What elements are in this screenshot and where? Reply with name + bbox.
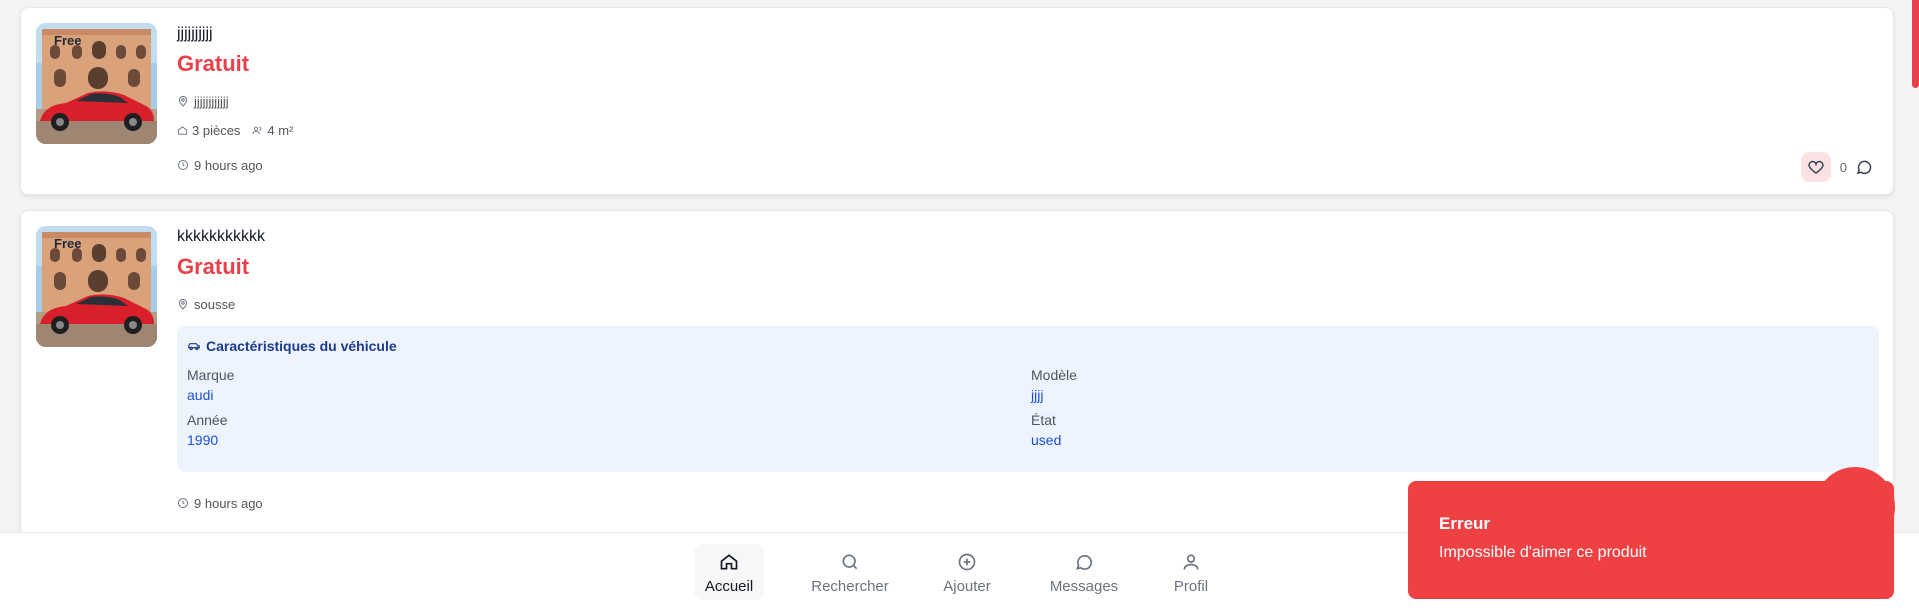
listing-content: jjjjjjjjjj Gratuit jjjjjjjjjjjj 3 pièces… <box>177 23 1878 139</box>
listing-title[interactable]: kkkkkkkkkkk <box>177 226 1878 248</box>
home-icon <box>720 554 738 570</box>
rooms-text: 3 pièces <box>192 122 241 138</box>
condition-label: État <box>1031 412 1056 428</box>
time-text: 9 hours ago <box>194 495 263 511</box>
listing-location: sousse <box>177 295 1878 313</box>
listing-price: Gratuit <box>177 51 250 76</box>
toast-message: Impossible d'aimer ce produit <box>1439 544 1647 561</box>
listing-title[interactable]: jjjjjjjjjj <box>177 23 1878 45</box>
nav-search-label: Rechercher <box>811 578 889 595</box>
nav-add[interactable]: Ajouter <box>932 544 1002 600</box>
map-pin-icon <box>178 96 188 107</box>
vehicle-fields: Marque audi Modèle jjjj Année 1990 État … <box>187 366 1869 462</box>
time-text: 9 hours ago <box>194 157 263 173</box>
heart-icon <box>1808 160 1824 174</box>
model-value: jjjj <box>1031 387 1044 403</box>
nav-add-label: Ajouter <box>943 578 991 595</box>
nav-home-label: Accueil <box>704 578 754 595</box>
listing-thumbnail[interactable]: Free <box>36 226 157 347</box>
nav-messages[interactable]: Messages <box>1048 544 1120 600</box>
listing-time: 9 hours ago <box>177 494 263 512</box>
listing-price: Gratuit <box>177 254 250 279</box>
condition-field: État used <box>1031 411 1831 450</box>
map-pin-icon <box>178 299 188 310</box>
users-icon <box>252 126 262 134</box>
vehicle-details-heading: Caractéristiques du véhicule <box>187 336 1869 356</box>
search-icon <box>842 554 858 570</box>
listing-specs: 3 pièces 4 m² <box>177 121 1878 139</box>
comment-icon[interactable] <box>1855 158 1873 176</box>
location-text: jjjjjjjjjjjj <box>194 93 229 109</box>
home-icon <box>177 125 188 135</box>
year-label: Année <box>187 412 228 428</box>
area-spec: 4 m² <box>252 123 293 138</box>
message-icon <box>1075 554 1093 570</box>
nav-messages-label: Messages <box>1049 578 1119 595</box>
like-count: 0 <box>1839 159 1847 175</box>
toast-title: Erreur <box>1439 514 1491 533</box>
model-field: Modèle jjjj <box>1031 366 1831 405</box>
listing-time: 9 hours ago <box>177 156 263 174</box>
user-icon <box>1183 554 1199 570</box>
year-value: 1990 <box>187 432 219 448</box>
listing-thumbnail[interactable]: Free <box>36 23 157 144</box>
listing-actions: 0 <box>1800 152 1873 182</box>
brand-label: Marque <box>187 367 235 383</box>
scrollbar-thumb[interactable] <box>1912 0 1919 88</box>
clock-icon <box>178 160 188 170</box>
nav-profile[interactable]: Profil <box>1156 544 1226 600</box>
listing-content: kkkkkkkkkkk Gratuit sousse <box>177 226 1878 313</box>
rooms-spec: 3 pièces <box>177 123 240 138</box>
free-badge: Free <box>54 33 82 48</box>
nav-profile-label: Profil <box>1173 578 1209 595</box>
condition-value: used <box>1031 432 1062 448</box>
car-icon <box>188 343 200 351</box>
model-label: Modèle <box>1031 367 1077 383</box>
plus-circle-icon <box>958 553 976 571</box>
listing-card[interactable]: Free jjjjjjjjjj Gratuit jjjjjjjjjjjj 3 p… <box>20 7 1894 195</box>
vehicle-details: Caractéristiques du véhicule Marque audi… <box>177 326 1879 472</box>
nav-home[interactable]: Accueil <box>694 544 764 600</box>
brand-value: audi <box>187 387 214 403</box>
like-button[interactable] <box>1800 152 1831 182</box>
listing-location: jjjjjjjjjjjj <box>177 92 1878 110</box>
error-toast[interactable]: Erreur Impossible d'aimer ce produit <box>1408 481 1894 599</box>
free-badge: Free <box>54 236 82 251</box>
year-field: Année 1990 <box>187 411 987 450</box>
area-text: 4 m² <box>267 122 294 138</box>
location-text: sousse <box>194 296 236 312</box>
vehicle-heading-text: Caractéristiques du véhicule <box>206 338 397 354</box>
brand-field: Marque audi <box>187 366 987 405</box>
clock-icon <box>178 498 188 508</box>
nav-search[interactable]: Rechercher <box>811 544 889 600</box>
